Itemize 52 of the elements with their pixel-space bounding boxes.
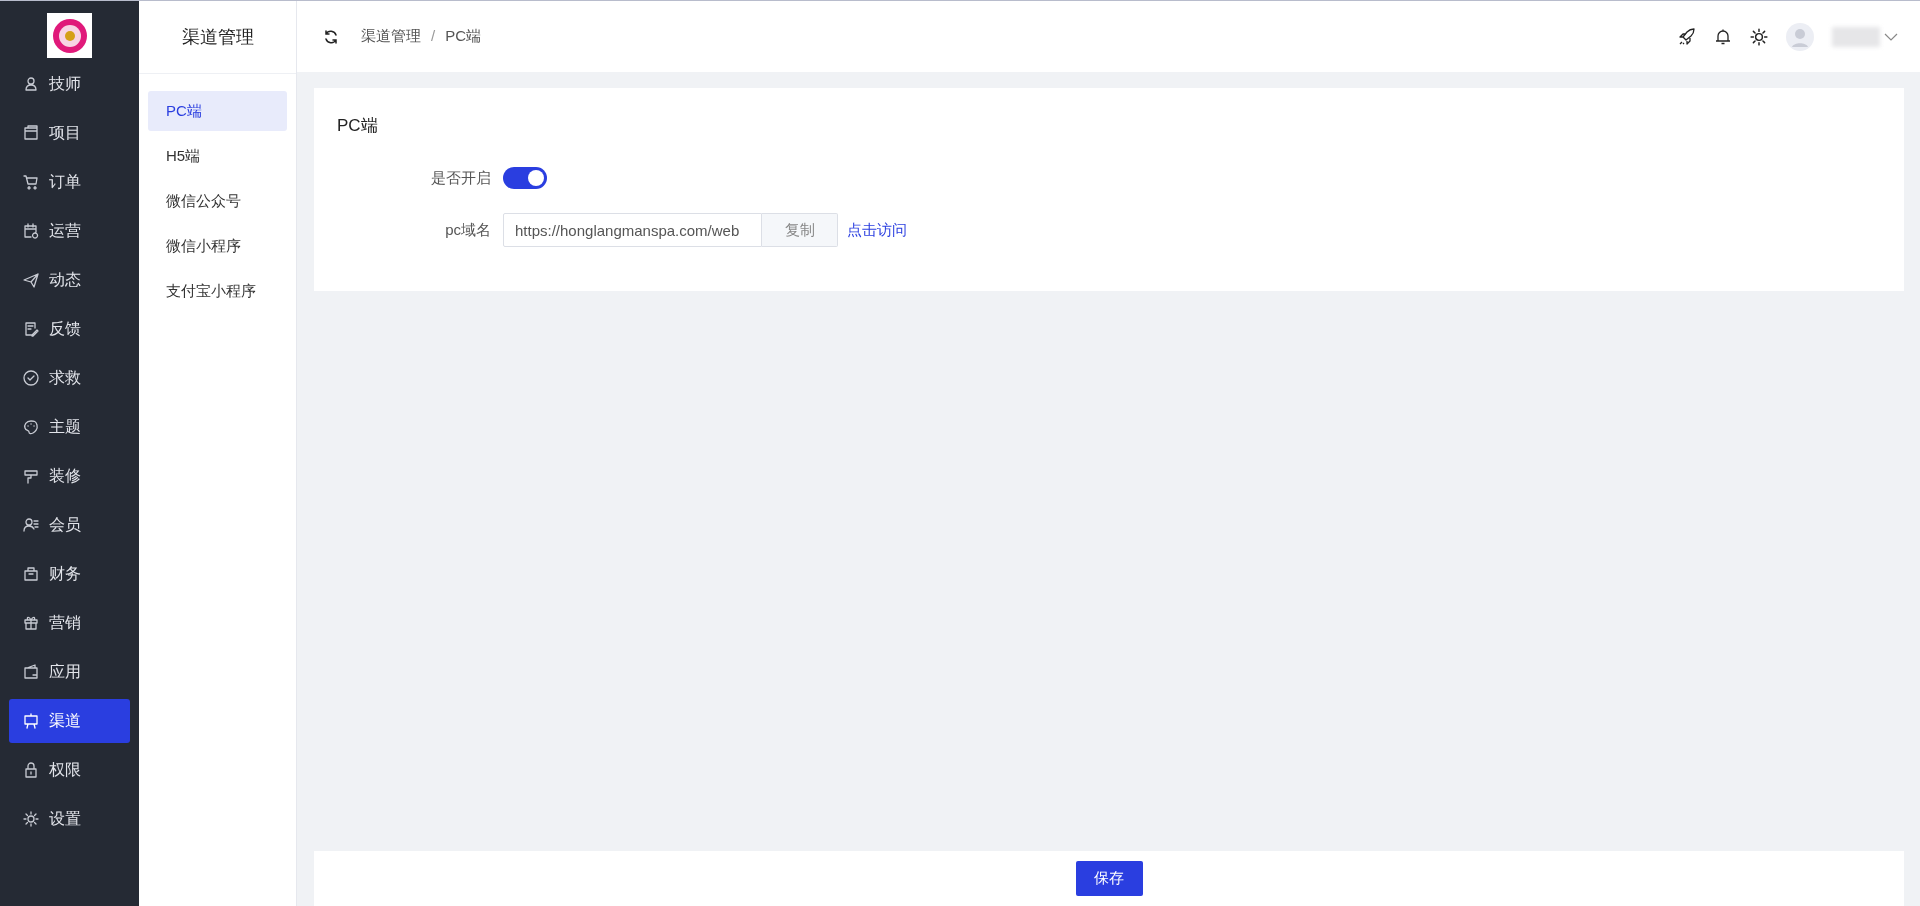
sidebar-item[interactable]: 营销 — [9, 601, 130, 645]
sidebar-item[interactable]: 权限 — [9, 748, 130, 792]
breadcrumb-item[interactable]: 渠道管理 — [361, 27, 421, 46]
roller-icon — [23, 468, 39, 484]
gift-icon — [23, 615, 39, 631]
breadcrumb-separator: / — [431, 27, 436, 46]
cart-icon — [23, 174, 39, 190]
box-icon — [23, 566, 39, 582]
visit-link[interactable]: 点击访问 — [847, 220, 907, 240]
chevron-down-icon[interactable] — [1884, 31, 1898, 42]
lock-icon — [23, 762, 39, 778]
palette-icon — [23, 419, 39, 435]
sidebar-item[interactable]: 项目 — [9, 111, 130, 155]
calendar-icon — [23, 223, 39, 239]
sidebar-item[interactable]: 设置 — [9, 797, 130, 841]
sidebar-item[interactable]: 运营 — [9, 209, 130, 253]
section-title: 渠道管理 — [139, 1, 296, 74]
sidebar-item[interactable]: 主题 — [9, 405, 130, 449]
subnav-item[interactable]: 微信小程序 — [148, 226, 287, 266]
sidebar-item[interactable]: 求救 — [9, 356, 130, 400]
subnav-item[interactable]: H5端 — [148, 136, 287, 176]
paper-plane-icon — [23, 272, 39, 288]
sidebar-item[interactable]: 动态 — [9, 258, 130, 302]
toggle-switch[interactable] — [503, 167, 547, 189]
sidebar-item[interactable]: 装修 — [9, 454, 130, 498]
blurred-username — [1832, 26, 1880, 47]
card-title: PC端 — [337, 115, 379, 137]
easel-icon — [23, 713, 39, 729]
sidebar-item[interactable]: 反馈 — [9, 307, 130, 351]
user-list-icon — [23, 517, 39, 533]
sidebar-item[interactable]: 渠道 — [9, 699, 130, 743]
wallet-icon — [23, 664, 39, 680]
subnav-item[interactable]: PC端 — [148, 91, 287, 131]
sidebar-item[interactable]: 应用 — [9, 650, 130, 694]
subnav-item[interactable]: 微信公众号 — [148, 181, 287, 221]
sidebar-item[interactable]: 财务 — [9, 552, 130, 596]
subnav-item[interactable]: 支付宝小程序 — [148, 271, 287, 311]
logo-icon — [47, 13, 92, 58]
field-label: pc域名 — [444, 220, 492, 240]
save-button[interactable]: 保存 — [1075, 861, 1143, 896]
rocket-icon[interactable] — [1678, 27, 1696, 46]
person-icon — [23, 76, 39, 92]
sidebar-item[interactable]: 技师 — [9, 62, 130, 106]
breadcrumb-item: PC端 — [445, 27, 481, 46]
window-icon — [23, 125, 39, 141]
edit-icon — [23, 321, 39, 337]
bell-icon[interactable] — [1714, 27, 1732, 46]
field-label: 是否开启 — [430, 168, 492, 188]
sidebar-item[interactable]: 订单 — [9, 160, 130, 204]
sidebar-item[interactable]: 会员 — [9, 503, 130, 547]
refresh-icon[interactable] — [323, 28, 339, 45]
domain-input-field[interactable]: https://honglangmanspa.com/web — [503, 213, 762, 247]
